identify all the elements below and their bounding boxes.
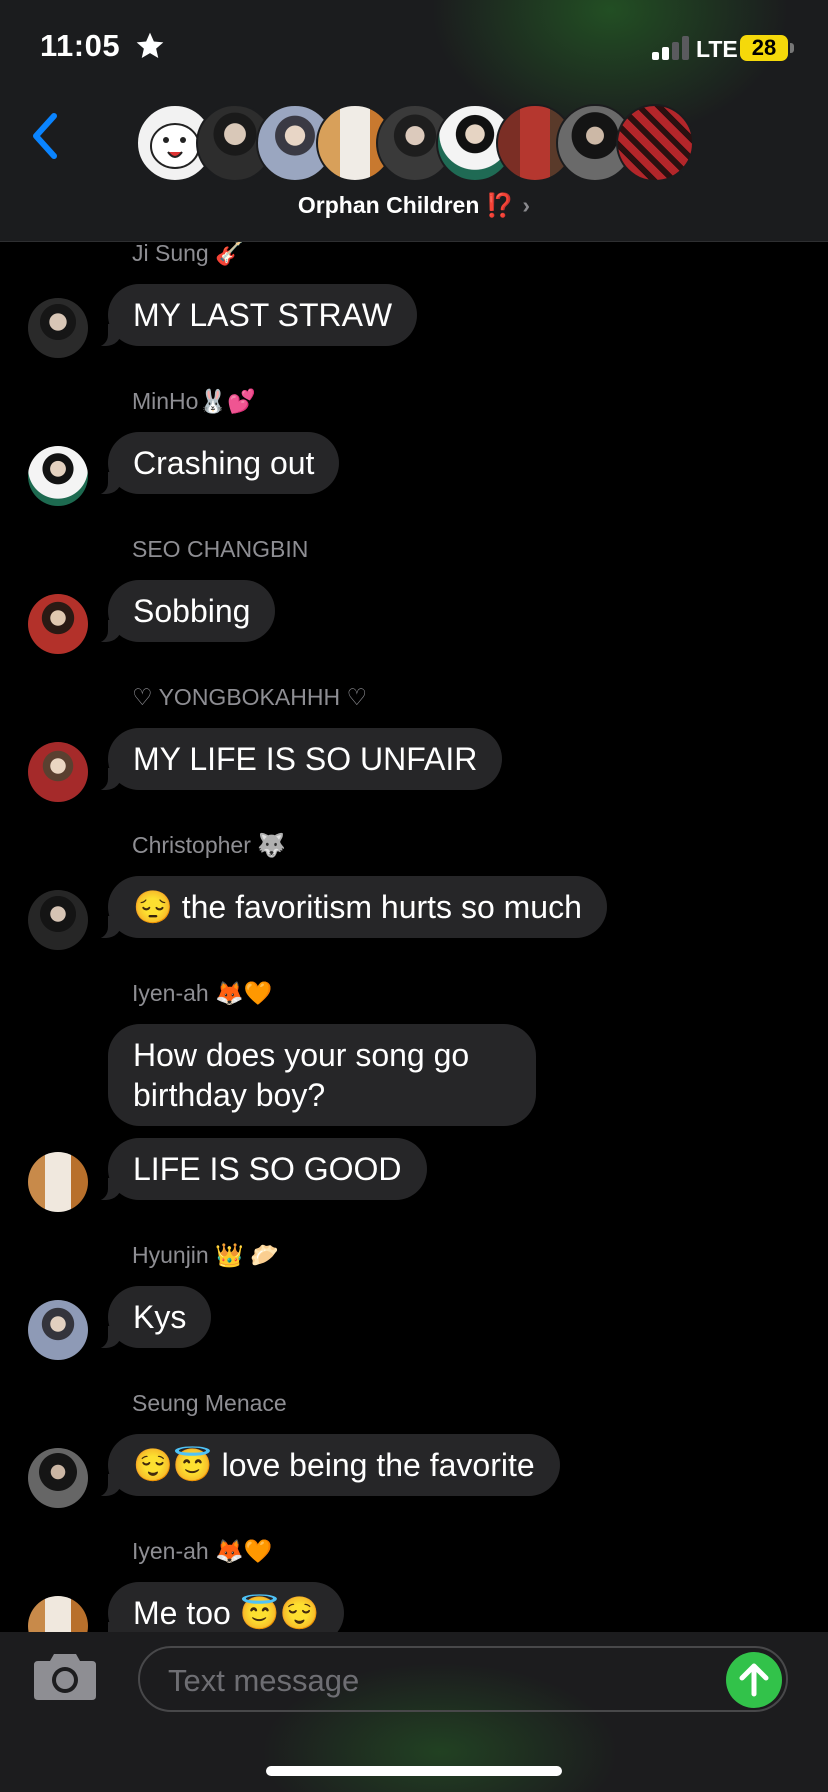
sender-avatar[interactable]	[28, 890, 88, 950]
group-name: Orphan Children ⁉️	[297, 192, 515, 218]
sender-name: Seung Menace	[132, 1390, 287, 1416]
sender-name: Iyen-ah 🦊🧡	[132, 1538, 273, 1564]
sender-name: SEO CHANGBIN	[132, 536, 309, 562]
message-input-field[interactable]	[138, 1646, 788, 1712]
sender-name: ♡ YONGBOKAHHH ♡	[132, 684, 368, 710]
signal-strength-icon	[652, 36, 690, 60]
sender-name: Ji Sung 🎸	[132, 242, 244, 266]
sender-name: Hyunjin 👑 🥟	[132, 1242, 279, 1268]
star-icon	[136, 32, 164, 58]
message-bubble[interactable]: Kys	[85, 1286, 212, 1349]
sender-name: Christopher 🐺	[132, 832, 286, 858]
battery-nub	[790, 43, 794, 53]
sender-avatar[interactable]	[28, 1448, 88, 1508]
conversation-header: 11:05 LTE 28 Orphan Children ⁉️ ›	[0, 0, 828, 242]
camera-icon[interactable]	[32, 1650, 98, 1702]
sender-avatar[interactable]	[28, 1300, 88, 1360]
send-button[interactable]	[726, 1652, 782, 1708]
sender-name: MinHo🐰💕	[132, 388, 256, 414]
sender-avatar[interactable]	[28, 1596, 88, 1632]
message-bubble[interactable]: 😌😇 love being the favorite	[86, 1434, 560, 1497]
chevron-left-icon[interactable]	[26, 108, 66, 164]
chevron-right-icon: ›	[522, 192, 531, 218]
arrow-up-icon	[739, 1663, 769, 1697]
network-type: LTE	[696, 36, 738, 62]
sender-avatar[interactable]	[28, 742, 88, 802]
message-list[interactable]: Ji Sung 🎸 MY LAST STRAW MinHo🐰💕 Crashing…	[0, 242, 828, 1632]
battery-level: 28	[751, 35, 777, 60]
sender-name: Iyen-ah 🦊🧡	[132, 980, 273, 1006]
sender-avatar[interactable]	[28, 594, 88, 654]
sender-avatar[interactable]	[28, 446, 88, 506]
message-bubble[interactable]: Crashing out	[85, 432, 340, 495]
sender-avatar[interactable]	[28, 1152, 88, 1212]
message-bubble[interactable]: 😔 the favoritism hurts so much	[86, 876, 607, 939]
message-bubble[interactable]: MY LIFE IS SO UNFAIR	[85, 728, 503, 791]
battery-icon: 28	[740, 35, 788, 61]
messages-screen: 11:05 LTE 28 Orphan Children ⁉️ › Ji Sun…	[0, 0, 828, 1792]
message-bubble[interactable]: LIFE IS SO GOOD	[86, 1138, 427, 1201]
message-input[interactable]	[166, 1660, 690, 1702]
message-bubble[interactable]: Sobbing	[85, 580, 276, 643]
group-name-button[interactable]: Orphan Children ⁉️ ›	[0, 192, 828, 219]
status-time: 11:05	[40, 28, 121, 63]
home-indicator[interactable]	[266, 1766, 562, 1776]
group-avatars[interactable]	[136, 104, 696, 184]
message-bubble[interactable]: Me too 😇😌	[85, 1582, 345, 1632]
message-bubble[interactable]: MY LAST STRAW	[85, 284, 418, 347]
sender-avatar[interactable]	[28, 298, 88, 358]
message-bubble[interactable]: How does your song go birthday boy?	[108, 1024, 536, 1126]
participant-avatar	[616, 104, 694, 182]
